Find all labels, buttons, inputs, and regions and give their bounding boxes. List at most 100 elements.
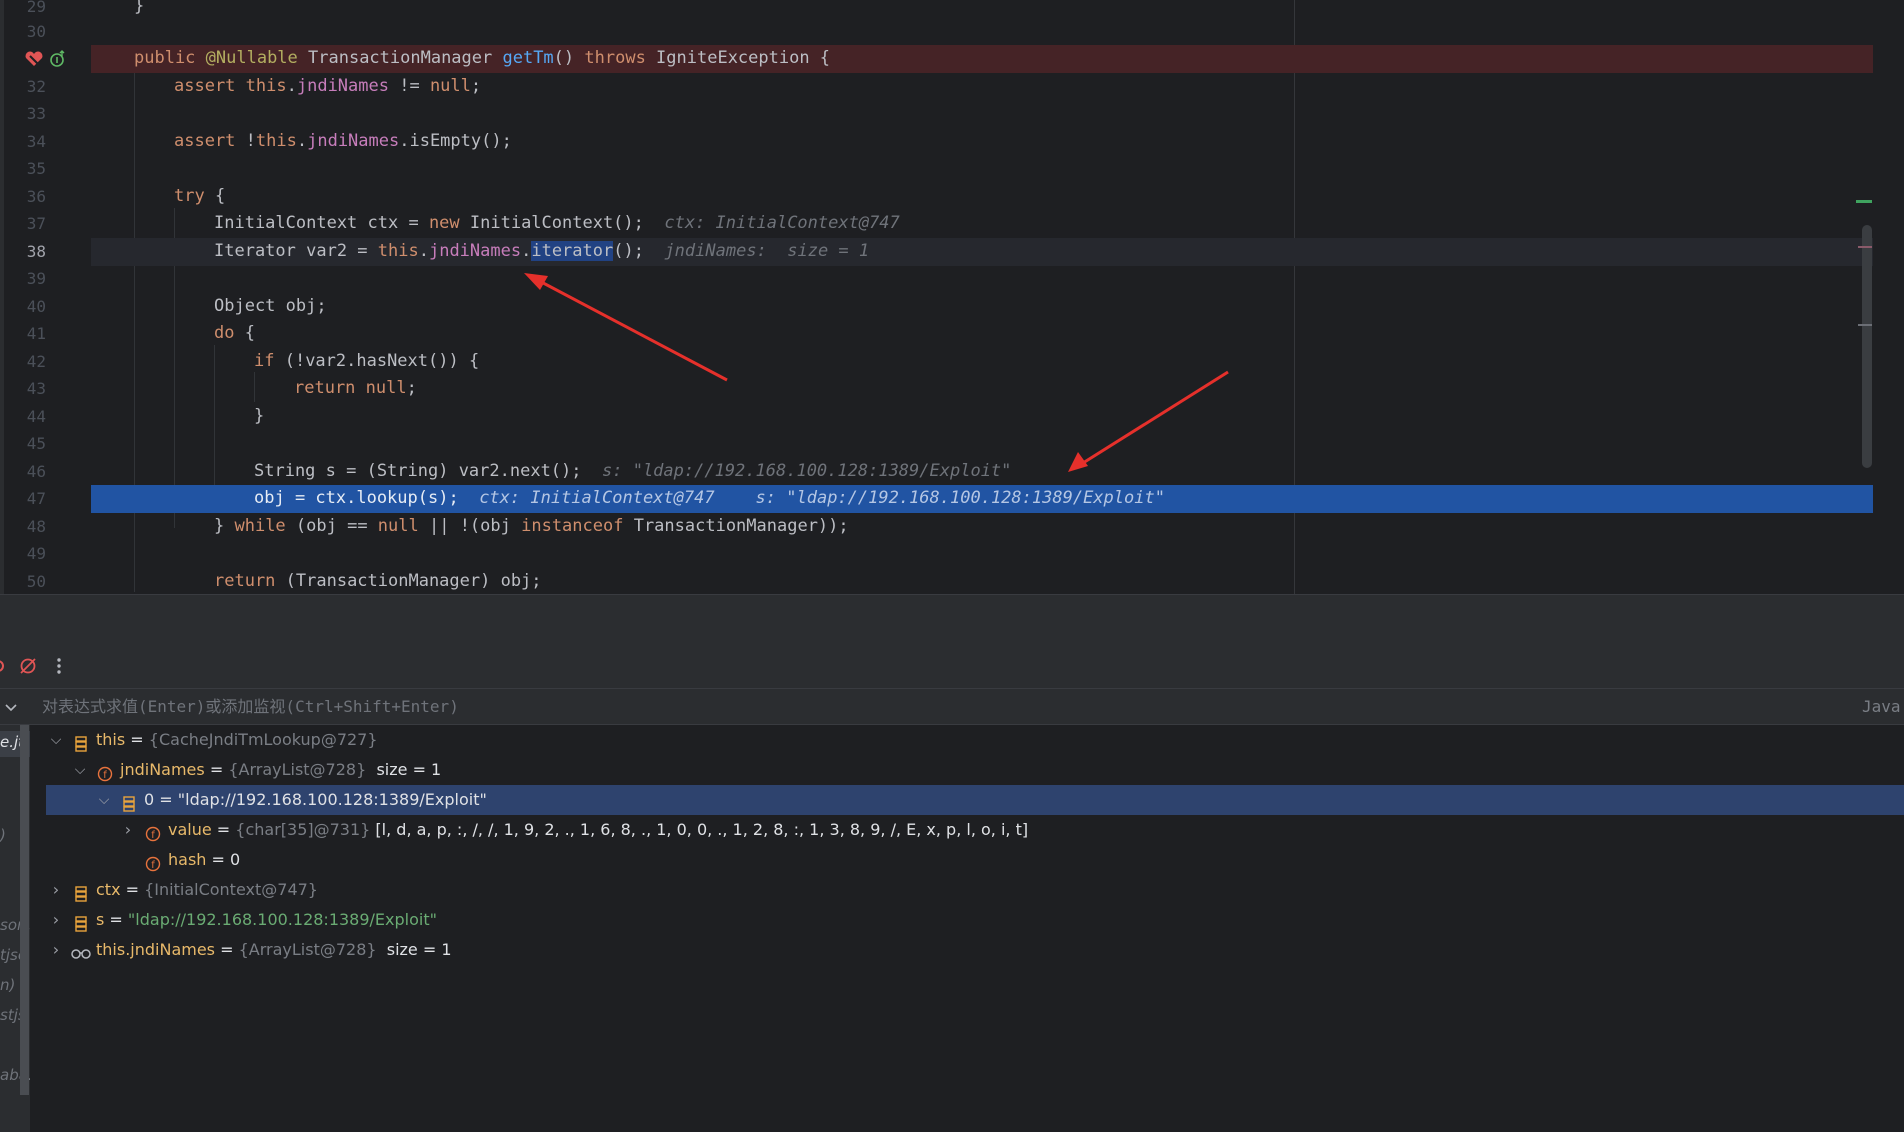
code-text: } (254, 406, 265, 426)
code-line[interactable]: 48 } while (obj == null || !(obj instanc… (0, 513, 1873, 541)
code-text: do { (214, 320, 255, 348)
code-text: } while (obj == null || !(obj instanceof… (214, 513, 849, 541)
line-number: 37 (26, 214, 46, 233)
keyword: this (377, 241, 419, 261)
chevron-down-icon[interactable] (4, 699, 18, 713)
variable-icon (73, 912, 89, 932)
equals-sign: = (154, 790, 178, 809)
variable-ref: {CacheJndiTmLookup@727} (148, 730, 378, 749)
code-line[interactable]: 46 String s = (String) var2.next(); s: "… (0, 458, 1873, 486)
editor-scrollbar-thumb[interactable] (1862, 225, 1872, 468)
variable-extra: size = 1 (376, 940, 452, 959)
code-line[interactable]: 42 if (!var2.hasNext()) { (0, 348, 1873, 376)
code-line-breakpoint[interactable]: public @Nullable TransactionManager getT… (0, 45, 1873, 73)
variable-text: ctx = {InitialContext@747} (96, 875, 318, 905)
more-options-icon[interactable] (54, 656, 64, 676)
code-text: Object obj; (214, 296, 327, 316)
code-token: IgniteException { (645, 48, 831, 68)
evaluate-expression-placeholder: 对表达式求值(Enter)或添加监视(Ctrl+Shift+Enter) (42, 697, 459, 716)
code-line-current[interactable]: 38 Iterator var2 = this.jndiNames.iterat… (0, 238, 1873, 266)
implements-icon[interactable] (49, 50, 67, 68)
code-line[interactable]: 41 do { (0, 320, 1873, 348)
equals-sign: = (120, 880, 145, 899)
variable-text: 0 = "ldap://192.168.100.128:1389/Exploit… (144, 785, 487, 815)
chevron-right-icon[interactable]: › (48, 935, 64, 965)
code-token: . (296, 131, 308, 151)
inline-debug-value: jndiNames: size = 1 (664, 241, 870, 261)
line-number: 49 (26, 544, 46, 563)
variable-row[interactable]: › this.jndiNames = {ArrayList@728} size … (30, 935, 1904, 965)
variable-ref: {ArrayList@728} (228, 760, 367, 779)
keyword: assert (174, 76, 246, 96)
code-line[interactable]: 49 (0, 540, 1873, 568)
error-stripe-marker[interactable] (1858, 324, 1872, 326)
keyword: if (254, 351, 275, 371)
field-icon: f (97, 762, 113, 782)
code-line[interactable]: 30 (0, 18, 1873, 46)
breakpoint-icon[interactable] (24, 50, 44, 68)
line-number: 50 (26, 572, 46, 591)
evaluate-expression-input[interactable]: 对表达式求值(Enter)或添加监视(Ctrl+Shift+Enter) (40, 689, 1840, 724)
variable-name: 0 (144, 790, 155, 809)
debugger-toolbar (0, 644, 1904, 689)
code-token: || !(obj (418, 516, 522, 536)
code-token: TransactionManager (297, 48, 503, 68)
code-line[interactable]: 33 (0, 100, 1873, 128)
keyword: null (377, 516, 419, 536)
code-line[interactable]: 36 try { (0, 183, 1873, 211)
variable-icon (73, 882, 89, 902)
code-line[interactable]: 39 (0, 265, 1873, 293)
variables-tree[interactable]: ⌵ this = {CacheJndiTmLookup@727} ⌵ f jnd… (30, 725, 1904, 1132)
field-name: jndiNames (307, 131, 400, 151)
code-token: String s = (String) var2.next(); (254, 461, 582, 481)
editor-scrollbar-track[interactable] (1873, 0, 1904, 594)
code-line[interactable]: 44 } (0, 403, 1873, 431)
frame-item[interactable]: n) (0, 976, 15, 994)
variable-name: this (96, 730, 126, 749)
chevron-down-icon[interactable]: ⌵ (96, 785, 112, 815)
code-line[interactable]: 37 InitialContext ctx = new InitialConte… (0, 210, 1873, 238)
change-marker[interactable] (1856, 200, 1872, 203)
code-line-execution-point[interactable]: 47 obj = ctx.lookup(s); ctx: InitialCont… (0, 485, 1873, 513)
variable-row[interactable]: › f value = {char[35]@731} [l, d, a, p, … (30, 815, 1904, 845)
code-line[interactable]: 43 return null; (0, 375, 1873, 403)
svg-text:f: f (103, 770, 107, 781)
mute-breakpoints-icon[interactable] (18, 656, 38, 676)
inline-debug-value: s: "ldap://192.168.100.128:1389/Exploit" (755, 488, 1165, 508)
line-number: 32 (26, 77, 46, 96)
panel-splitter[interactable] (0, 594, 1904, 644)
variable-row[interactable]: › s = "ldap://192.168.100.128:1389/Explo… (30, 905, 1904, 935)
chevron-right-icon[interactable]: › (120, 815, 136, 845)
variable-ref: {InitialContext@747} (144, 880, 318, 899)
variable-row[interactable]: ⌵ f jndiNames = {ArrayList@728} size = 1 (30, 755, 1904, 785)
code-line[interactable]: 32 assert this.jndiNames != null; (0, 73, 1873, 101)
variable-row[interactable]: f hash = 0 (30, 845, 1904, 875)
variable-text: hash = 0 (168, 845, 240, 875)
line-number: 40 (26, 297, 46, 316)
language-label[interactable]: Java (1862, 689, 1901, 724)
line-number: 47 (26, 489, 46, 508)
code-token: . (418, 241, 429, 261)
variable-row[interactable]: ⌵ this = {CacheJndiTmLookup@727} (30, 725, 1904, 755)
frames-scrollbar[interactable] (20, 725, 29, 1095)
chevron-down-icon[interactable]: ⌵ (48, 725, 64, 755)
variable-row[interactable]: › ctx = {InitialContext@747} (30, 875, 1904, 905)
code-line[interactable]: 50 return (TransactionManager) obj; (0, 568, 1873, 594)
chevron-right-icon[interactable]: › (48, 905, 64, 935)
stop-icon[interactable] (0, 658, 6, 672)
code-line[interactable]: 40 Object obj; (0, 293, 1873, 321)
code-editor[interactable]: 29 } 30 public @Nullable TransactionMana… (0, 0, 1904, 594)
keyword: null (429, 76, 471, 96)
frame-item[interactable]: ) (0, 826, 6, 844)
code-line[interactable]: 34 assert !this.jndiNames.isEmpty(); (0, 128, 1873, 156)
code-text: InitialContext ctx = new InitialContext(… (214, 210, 900, 238)
line-number: 43 (26, 379, 46, 398)
chevron-down-icon[interactable]: ⌵ (72, 755, 88, 785)
code-line[interactable]: 35 (0, 155, 1873, 183)
code-line[interactable]: 45 (0, 430, 1873, 458)
code-token: (obj == (285, 516, 378, 536)
variable-row-selected[interactable]: ⌵ 0 = "ldap://192.168.100.128:1389/Explo… (46, 785, 1904, 815)
error-stripe-marker[interactable] (1858, 246, 1872, 248)
selected-text[interactable]: iterator (531, 241, 614, 261)
chevron-right-icon[interactable]: › (48, 875, 64, 905)
